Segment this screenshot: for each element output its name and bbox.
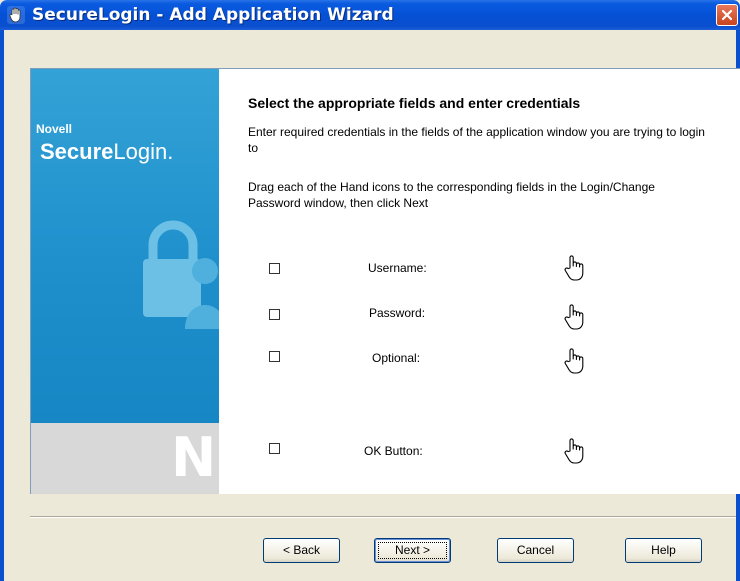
cancel-button-label: Cancel <box>516 543 555 557</box>
brand-company: Novell <box>36 122 73 136</box>
label-password: Password: <box>369 306 426 320</box>
page-heading: Select the appropriate fields and enter … <box>248 95 581 111</box>
checkbox-username[interactable] <box>269 263 280 274</box>
hand-pointer-icon[interactable] <box>563 347 585 375</box>
back-button-label: < Back <box>282 543 321 557</box>
checkbox-password[interactable] <box>269 309 280 320</box>
label-ok-button: OK Button: <box>364 444 423 458</box>
window-frame-left <box>0 30 4 581</box>
brand-product-mark: . <box>167 139 174 164</box>
help-button-label: Help <box>651 543 676 557</box>
instructions-credentials: Enter required credentials in the fields… <box>248 125 705 155</box>
brand-product: SecureLogin. <box>40 139 173 165</box>
title-bar[interactable]: SecureLogin - Add Application Wizard <box>0 0 740 30</box>
close-x-icon <box>721 9 733 21</box>
novell-n-logo: N <box>171 426 217 489</box>
hand-icon <box>7 6 25 24</box>
brand-product-bold: Secure <box>40 139 114 164</box>
label-username: Username: <box>368 261 427 275</box>
product-banner: Novell SecureLogin. <box>31 69 219 423</box>
padlock-user-icon <box>143 220 219 329</box>
hand-pointer-icon[interactable] <box>563 254 585 282</box>
brand-product-regular: Login <box>113 139 168 164</box>
banner-footer: N <box>31 423 219 494</box>
checkbox-optional[interactable] <box>269 351 280 362</box>
help-button[interactable]: Help <box>625 538 702 563</box>
footer-separator-highlight <box>30 517 736 518</box>
hand-pointer-icon[interactable] <box>563 437 585 465</box>
checkbox-ok-button[interactable] <box>269 443 280 454</box>
instructions-drag: Drag each of the Hand icons to the corre… <box>248 180 655 210</box>
window-title: SecureLogin - Add Application Wizard <box>32 5 394 25</box>
back-button[interactable]: < Back <box>263 538 340 563</box>
label-optional: Optional: <box>372 351 421 365</box>
cancel-button[interactable]: Cancel <box>497 538 574 563</box>
next-button-label: Next > <box>394 543 430 557</box>
hand-pointer-icon[interactable] <box>563 303 585 331</box>
close-button[interactable] <box>716 4 738 26</box>
next-button[interactable]: Next > <box>374 538 451 563</box>
